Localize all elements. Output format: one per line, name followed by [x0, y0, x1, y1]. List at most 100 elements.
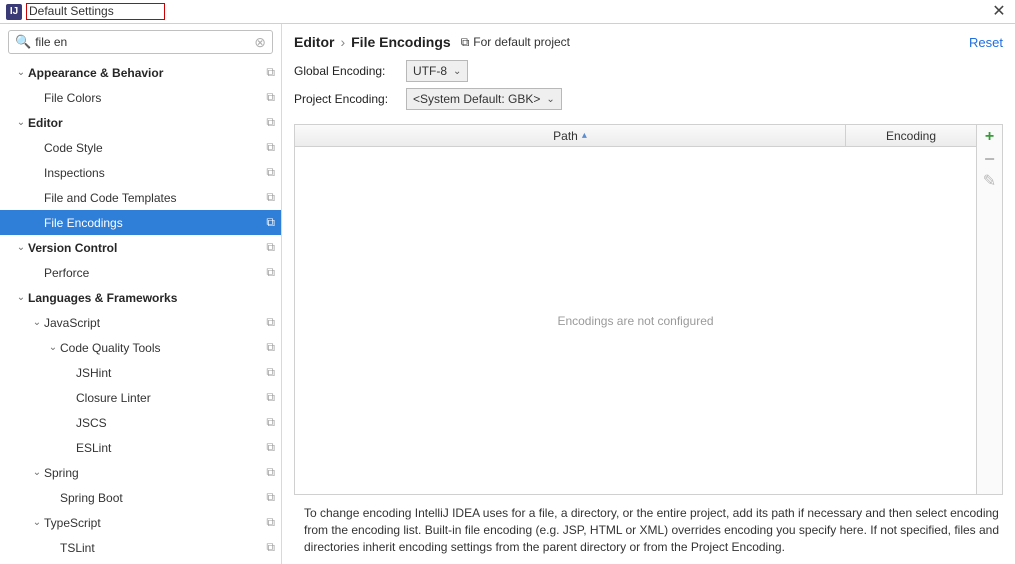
- add-button[interactable]: +: [980, 127, 1000, 147]
- tree-item-label: Code Quality Tools: [60, 341, 266, 355]
- title-bar: IJ Default Settings ✕: [0, 0, 1015, 24]
- project-scope-icon: ⧉: [266, 140, 275, 155]
- breadcrumb-leaf: File Encodings: [351, 34, 451, 50]
- tree-item[interactable]: ⌄TypeScript⧉: [0, 510, 281, 535]
- search-input[interactable]: [35, 35, 254, 49]
- tree-item[interactable]: File Encodings⧉: [0, 210, 281, 235]
- tree-item[interactable]: ⌄JavaScript⧉: [0, 310, 281, 335]
- chevron-down-icon[interactable]: ⌄: [14, 67, 28, 78]
- tree-item[interactable]: ⌄Version Control⧉: [0, 235, 281, 260]
- tree-item[interactable]: TSLint⧉: [0, 535, 281, 560]
- project-scope-icon: ⧉: [266, 390, 275, 405]
- tree-item-label: JSCS: [76, 416, 266, 430]
- sort-asc-icon: ▴: [582, 130, 587, 141]
- global-encoding-combo[interactable]: UTF-8 ⌄: [406, 60, 468, 82]
- chevron-down-icon[interactable]: ⌄: [46, 342, 60, 353]
- scope-indicator: ⧉ For default project: [461, 35, 570, 50]
- window-title: Default Settings: [26, 3, 165, 20]
- chevron-down-icon: ⌄: [453, 66, 461, 77]
- encoding-fields: Global Encoding: UTF-8 ⌄ Project Encodin…: [282, 58, 1015, 124]
- chevron-down-icon[interactable]: ⌄: [30, 467, 44, 478]
- project-scope-icon: ⧉: [266, 115, 275, 130]
- tree-item-label: TSLint: [60, 541, 266, 555]
- tree-item[interactable]: ⌄Code Quality Tools⧉: [0, 335, 281, 360]
- table-header: Path ▴ Encoding: [295, 125, 976, 147]
- column-encoding-label: Encoding: [886, 129, 936, 143]
- tree-item[interactable]: ⌄Spring⧉: [0, 460, 281, 485]
- chevron-down-icon[interactable]: ⌄: [30, 317, 44, 328]
- tree-item[interactable]: JSHint⧉: [0, 360, 281, 385]
- tree-item-label: Appearance & Behavior: [28, 66, 266, 80]
- tree-item-label: ESLint: [76, 441, 266, 455]
- tree-item-label: JSHint: [76, 366, 266, 380]
- tree-item[interactable]: Spring Boot⧉: [0, 485, 281, 510]
- global-encoding-label: Global Encoding:: [294, 64, 406, 78]
- tree-item-label: Inspections: [44, 166, 266, 180]
- project-encoding-value: <System Default: GBK>: [413, 92, 546, 106]
- tree-item-label: JavaScript: [44, 316, 266, 330]
- tree-item[interactable]: Closure Linter⧉: [0, 385, 281, 410]
- tree-item-label: Perforce: [44, 266, 266, 280]
- tree-item[interactable]: File Colors⧉: [0, 85, 281, 110]
- tree-item-label: Spring Boot: [60, 491, 266, 505]
- content-header: Editor › File Encodings ⧉ For default pr…: [282, 24, 1015, 58]
- tree-item[interactable]: Inspections⧉: [0, 160, 281, 185]
- tree-item[interactable]: ⌄Editor⧉: [0, 110, 281, 135]
- chevron-down-icon[interactable]: ⌄: [14, 242, 28, 253]
- tree-item-label: Languages & Frameworks: [28, 291, 275, 305]
- chevron-down-icon[interactable]: ⌄: [30, 517, 44, 528]
- tree-item-label: Closure Linter: [76, 391, 266, 405]
- tree-item-label: File and Code Templates: [44, 191, 266, 205]
- project-scope-icon: ⧉: [266, 440, 275, 455]
- tree-item-label: Version Control: [28, 241, 266, 255]
- breadcrumb-parent: Editor: [294, 34, 334, 50]
- project-scope-icon: ⧉: [266, 65, 275, 80]
- tree-item[interactable]: File and Code Templates⧉: [0, 185, 281, 210]
- tree-item[interactable]: Perforce⧉: [0, 260, 281, 285]
- project-scope-icon: ⧉: [266, 90, 275, 105]
- tree-item[interactable]: Code Style⧉: [0, 135, 281, 160]
- breadcrumb-separator: ›: [340, 34, 345, 50]
- project-scope-icon: ⧉: [266, 365, 275, 380]
- table-empty-message: Encodings are not configured: [295, 147, 976, 494]
- tree-item[interactable]: ESLint⧉: [0, 435, 281, 460]
- project-scope-icon: ⧉: [266, 515, 275, 530]
- global-encoding-value: UTF-8: [413, 64, 453, 78]
- project-scope-icon: ⧉: [266, 465, 275, 480]
- remove-button[interactable]: −: [980, 149, 1000, 169]
- project-scope-icon: ⧉: [266, 315, 275, 330]
- column-encoding[interactable]: Encoding: [846, 125, 976, 146]
- settings-tree[interactable]: ⌄Appearance & Behavior⧉File Colors⧉⌄Edit…: [0, 60, 281, 564]
- edit-button[interactable]: ✎: [980, 171, 1000, 191]
- project-scope-icon: ⧉: [266, 240, 275, 255]
- column-path[interactable]: Path ▴: [295, 125, 846, 146]
- hint-text: To change encoding IntelliJ IDEA uses fo…: [282, 495, 1015, 564]
- project-scope-icon: ⧉: [266, 215, 275, 230]
- tree-item[interactable]: ⌄Languages & Frameworks: [0, 285, 281, 310]
- table-toolbar: + − ✎: [976, 125, 1002, 494]
- tree-item-label: Editor: [28, 116, 266, 130]
- reset-link[interactable]: Reset: [969, 35, 1003, 50]
- tree-item[interactable]: ⌄Appearance & Behavior⧉: [0, 60, 281, 85]
- close-icon[interactable]: ✕: [989, 4, 1009, 20]
- scope-text: For default project: [473, 35, 570, 49]
- project-scope-icon: ⧉: [266, 540, 275, 555]
- settings-sidebar: 🔍 ⊗ ⌄Appearance & Behavior⧉File Colors⧉⌄…: [0, 24, 282, 564]
- settings-content: Editor › File Encodings ⧉ For default pr…: [282, 24, 1015, 564]
- column-path-label: Path: [553, 129, 578, 143]
- project-scope-icon: ⧉: [266, 490, 275, 505]
- tree-item-label: Code Style: [44, 141, 266, 155]
- tree-item-label: TypeScript: [44, 516, 266, 530]
- tree-item[interactable]: JSCS⧉: [0, 410, 281, 435]
- app-icon: IJ: [6, 4, 22, 20]
- chevron-down-icon[interactable]: ⌄: [14, 117, 28, 128]
- project-scope-icon: ⧉: [266, 165, 275, 180]
- tree-item-label: Spring: [44, 466, 266, 480]
- project-scope-icon: ⧉: [266, 340, 275, 355]
- search-box[interactable]: 🔍 ⊗: [8, 30, 273, 54]
- tree-item-label: File Colors: [44, 91, 266, 105]
- project-encoding-combo[interactable]: <System Default: GBK> ⌄: [406, 88, 562, 110]
- clear-icon[interactable]: ⊗: [254, 34, 266, 51]
- project-scope-icon: ⧉: [266, 190, 275, 205]
- chevron-down-icon[interactable]: ⌄: [14, 292, 28, 303]
